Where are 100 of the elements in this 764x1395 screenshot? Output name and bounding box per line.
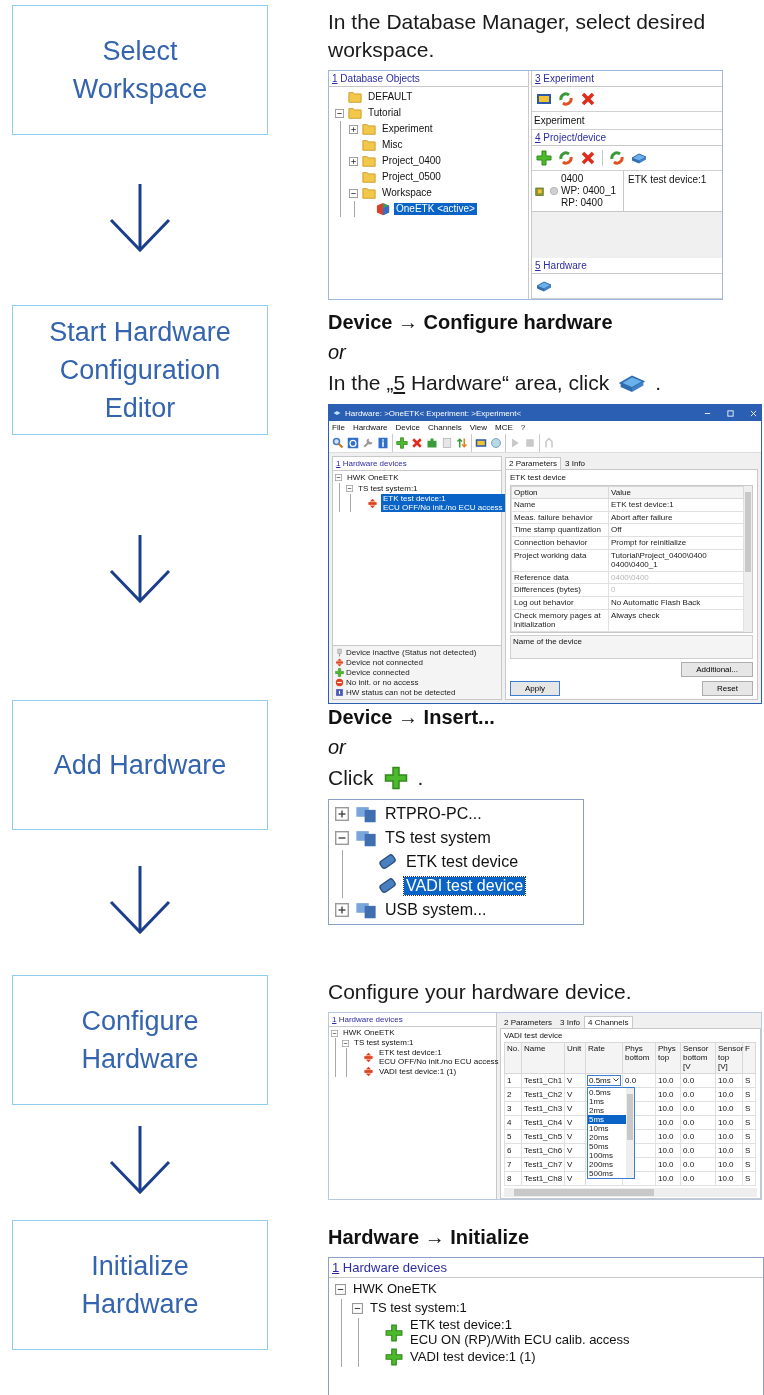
refresh-icon[interactable] <box>558 150 574 166</box>
dropdown-option[interactable]: 5ms <box>588 1114 626 1124</box>
tab[interactable]: 4 Channels <box>584 1016 633 1028</box>
refresh-icon[interactable] <box>558 91 574 107</box>
step-box: Start Hardware Configuration Editor <box>12 305 268 435</box>
tree-item[interactable]: ETK test device:1 ECU OFF/No init./no ECU access <box>377 1048 501 1067</box>
hardware-icon[interactable] <box>536 278 552 294</box>
tree-item[interactable]: VADI test device:1 (1) <box>377 1067 459 1077</box>
table-cell: Test1_Ch7 <box>521 1157 565 1172</box>
experiment-field[interactable]: Experiment <box>532 112 722 130</box>
expand-toggle[interactable] <box>349 188 358 198</box>
menu-item[interactable]: Channels <box>428 423 462 432</box>
wrench-icon[interactable] <box>362 437 374 449</box>
tree-item[interactable]: DEFAULT <box>366 91 415 103</box>
table-cell: 0.0 <box>680 1101 716 1116</box>
delete-icon[interactable] <box>580 150 596 166</box>
expand-toggle[interactable] <box>331 1029 338 1037</box>
menu-item[interactable]: File <box>332 423 345 432</box>
scrollbar[interactable] <box>504 1187 757 1197</box>
tree-item[interactable]: TS test system:1 <box>352 1038 416 1048</box>
pane-title: 1 Database Objects <box>329 71 528 87</box>
column-header: Sensor top [V] <box>715 1042 743 1074</box>
tree-item[interactable]: ETK test device <box>404 852 521 872</box>
expand-toggle[interactable] <box>335 807 349 821</box>
tree-item[interactable]: ETK test device:1 ECU ON (RP)/With ECU calib. access <box>408 1318 632 1348</box>
tree-item[interactable]: VADI test device:1 (1) <box>408 1349 538 1365</box>
puzzle-icon[interactable] <box>426 437 438 449</box>
tree-item[interactable]: TS test system <box>383 828 493 848</box>
sort-icon[interactable] <box>456 437 468 449</box>
tree-item[interactable]: Experiment <box>380 123 435 135</box>
tree-item[interactable]: Tutorial <box>366 107 403 119</box>
expand-toggle[interactable] <box>349 124 358 134</box>
menu-path: Device → Insert... <box>328 705 496 730</box>
tree-item[interactable]: RTPRO-PC... <box>383 804 484 824</box>
legend-text: Device inactive (Status not detected) <box>346 647 477 657</box>
expand-toggle[interactable] <box>342 1039 349 1047</box>
tree-item[interactable]: OneETK <active> <box>394 203 477 215</box>
add-icon[interactable] <box>396 437 408 449</box>
tree-item[interactable]: Project_0400 <box>380 155 443 167</box>
hardware-icon[interactable] <box>631 150 647 166</box>
reset-button[interactable]: Reset <box>702 680 753 696</box>
tree-item[interactable]: Project_0500 <box>380 171 443 183</box>
tree-item[interactable]: ETK test device:1 ECU OFF/No init./no ECU access <box>381 494 505 513</box>
or-text: or <box>328 340 348 365</box>
maximize-icon[interactable] <box>727 409 734 417</box>
refresh-icon[interactable] <box>609 150 625 166</box>
tree-item[interactable]: Workspace <box>380 187 434 199</box>
expand-toggle[interactable] <box>335 1284 346 1295</box>
delete-icon[interactable] <box>411 437 423 449</box>
table-cell: V <box>564 1101 586 1116</box>
column-header: Phys top <box>655 1042 681 1074</box>
tree-item[interactable]: USB system... <box>383 900 489 920</box>
expand-toggle[interactable] <box>335 831 349 845</box>
tree-item[interactable]: TS test system:1 <box>368 1301 469 1316</box>
rate-dropdown[interactable]: 0.5ms <box>587 1074 621 1086</box>
expand-toggle[interactable] <box>352 1303 363 1314</box>
tab[interactable]: 2 Parameters <box>500 1016 557 1028</box>
chip-icon[interactable] <box>536 91 552 107</box>
tree-item[interactable]: HWK OneETK <box>345 472 401 483</box>
menu-item[interactable]: ? <box>520 423 526 432</box>
table-cell: Project working data <box>511 549 609 572</box>
tree-item[interactable]: VADI test device <box>404 876 526 896</box>
power-icon[interactable] <box>347 437 359 449</box>
close-icon[interactable] <box>750 409 757 417</box>
apply-button[interactable]: Apply <box>510 680 560 696</box>
info-icon[interactable] <box>377 437 389 449</box>
menu-item[interactable]: Device <box>395 423 421 432</box>
expand-toggle[interactable] <box>335 903 349 917</box>
delete-icon[interactable] <box>580 91 596 107</box>
tab[interactable]: 3 Info <box>556 1016 585 1028</box>
table-cell: Meas. failure behavior <box>511 511 609 524</box>
tree-item[interactable]: Misc <box>380 139 405 151</box>
additional-button[interactable]: Additional... <box>681 661 753 677</box>
menu-path: Hardware → Initialize <box>328 1225 531 1250</box>
scrollbar[interactable] <box>626 1087 634 1178</box>
menu-item[interactable]: View <box>469 423 488 432</box>
legend-text: No init. or no access <box>346 677 419 687</box>
menu-item[interactable]: MCE <box>495 423 513 432</box>
tab[interactable]: 3 Info <box>561 457 590 469</box>
device-heading: ETK test device <box>510 472 568 483</box>
expand-toggle[interactable] <box>335 474 342 481</box>
or-text: or <box>328 735 348 760</box>
expand-toggle[interactable] <box>335 108 344 118</box>
add-icon[interactable] <box>536 150 552 166</box>
scrollbar[interactable] <box>744 486 752 632</box>
add-icon[interactable] <box>383 766 408 790</box>
menu-item[interactable]: Hardware <box>352 423 388 432</box>
tree-item[interactable]: TS test system:1 <box>356 483 420 494</box>
tree-item[interactable]: HWK OneETK <box>351 1282 439 1297</box>
tab[interactable]: 2 Parameters <box>505 457 562 469</box>
folder-icon <box>348 90 362 104</box>
legend-text: Device not connected <box>346 657 423 667</box>
tree-item[interactable]: HWK OneETK <box>341 1028 397 1038</box>
table-cell: Test1_Ch3 <box>521 1101 565 1116</box>
expand-toggle[interactable] <box>349 156 358 166</box>
search-icon[interactable] <box>332 437 344 449</box>
chip-icon[interactable] <box>475 437 487 449</box>
expand-toggle[interactable] <box>346 485 353 492</box>
table-cell: 4 <box>504 1115 522 1130</box>
table-cell: S <box>742 1129 756 1144</box>
